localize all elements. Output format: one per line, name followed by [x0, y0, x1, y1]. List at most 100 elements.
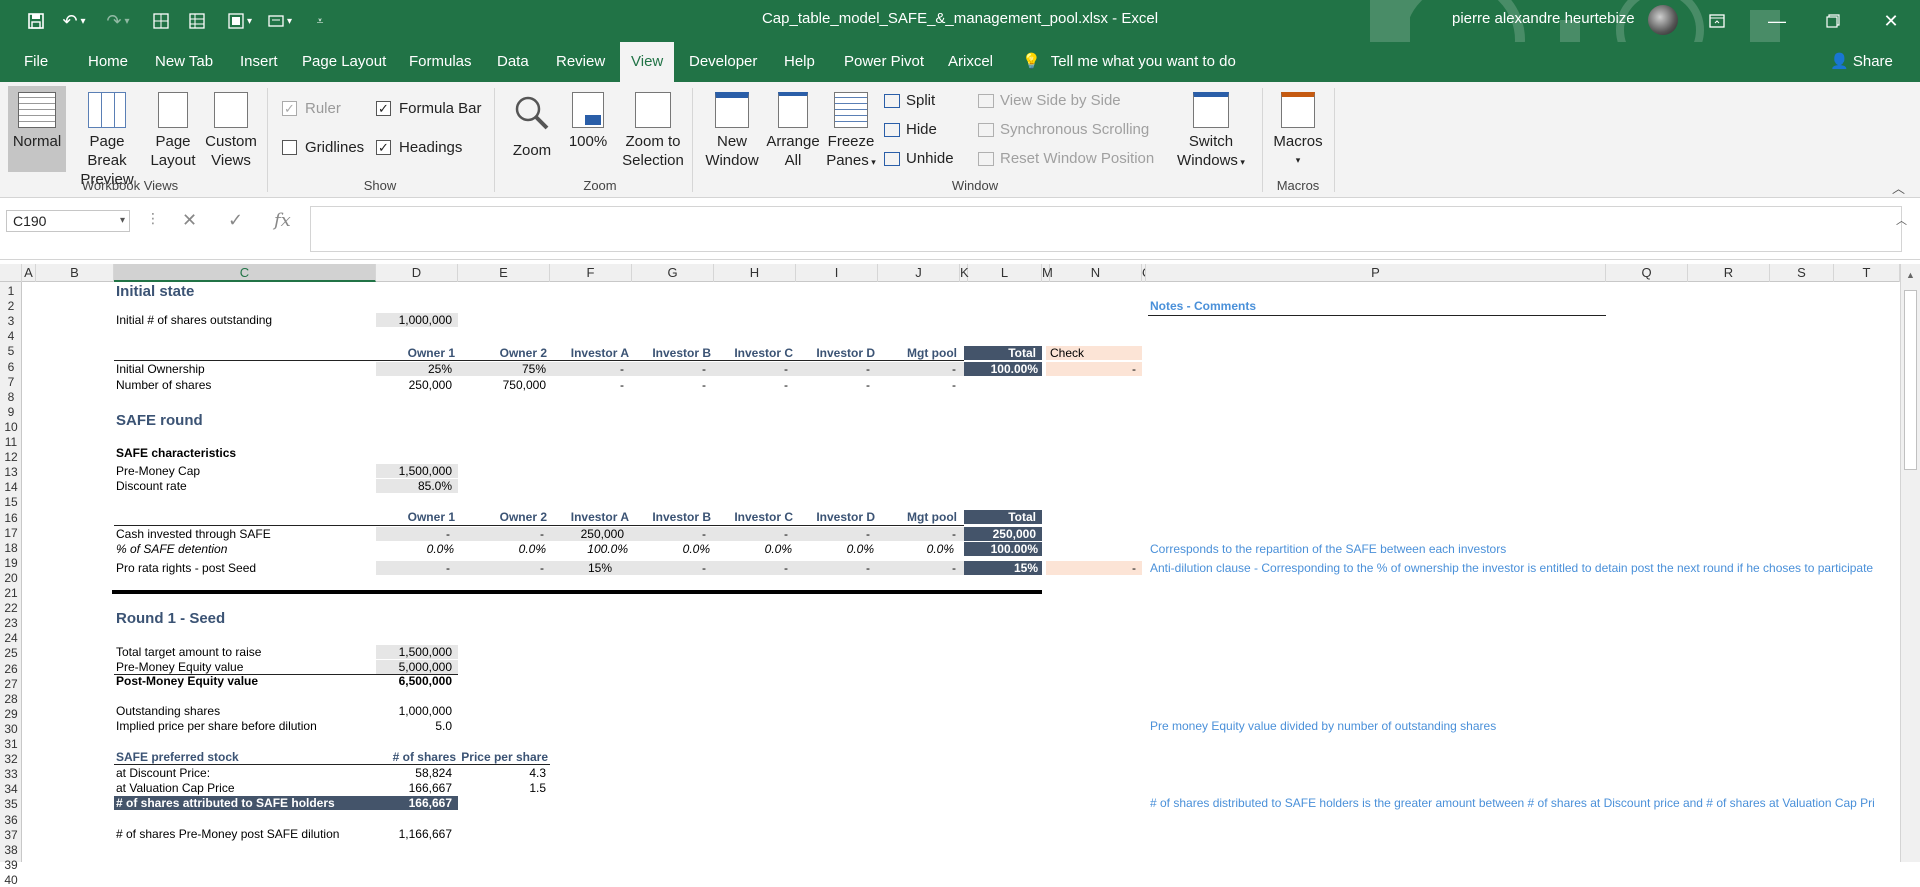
detention-owner-2[interactable]: 0.0% — [458, 542, 550, 556]
row-header[interactable]: 40 — [0, 873, 22, 887]
column-header[interactable]: A — [22, 264, 36, 282]
arrange-all-button[interactable]: Arrange All — [762, 86, 824, 172]
column-header-selected[interactable]: C — [114, 264, 376, 282]
switch-windows-button[interactable]: Switch Windows ▾ — [1168, 86, 1254, 172]
table-format-icon[interactable]: ▾ — [222, 8, 258, 34]
prorata-mgt-pool[interactable]: - — [878, 561, 964, 575]
detention-investor-c[interactable]: 0.0% — [714, 542, 796, 556]
custom-views-button[interactable]: Custom Views — [202, 86, 260, 172]
column-header[interactable]: G — [632, 264, 714, 282]
column-header[interactable]: P — [1146, 264, 1606, 282]
column-header[interactable]: E — [458, 264, 550, 282]
detention-investor-b[interactable]: 0.0% — [632, 542, 714, 556]
ruler-checkbox[interactable]: ✓ Ruler — [282, 100, 341, 117]
customize-toolbar-icon[interactable]: ⩡ — [310, 8, 330, 34]
ownership-investor-b[interactable]: - — [632, 362, 714, 376]
formula-bar-checkbox[interactable]: ✓ Formula Bar — [376, 100, 482, 117]
cash-investor-b[interactable]: - — [632, 527, 714, 541]
prorata-owner-2[interactable]: - — [458, 561, 550, 575]
nshares-investor-a[interactable]: - — [550, 378, 632, 392]
zoom-100-button[interactable]: 100% — [562, 86, 614, 172]
column-header[interactable]: F — [550, 264, 632, 282]
tab-page-layout[interactable]: Page Layout — [302, 42, 386, 82]
zoom-to-selection-button[interactable]: Zoom to Selection — [618, 86, 688, 172]
cancel-icon[interactable]: ✕ — [182, 210, 197, 231]
restore-icon[interactable] — [1810, 0, 1856, 42]
nshares-owner-1[interactable]: 250,000 — [376, 378, 458, 392]
avatar[interactable] — [1648, 5, 1678, 35]
column-header[interactable]: S — [1770, 264, 1834, 282]
pre-money-value[interactable]: 5,000,000 — [376, 660, 458, 674]
discount-rate-value[interactable]: 85.0% — [376, 479, 458, 493]
target-value[interactable]: 1,500,000 — [376, 645, 458, 659]
tab-view[interactable]: View — [620, 42, 675, 82]
tab-review[interactable]: Review — [556, 42, 605, 82]
cash-total[interactable]: 250,000 — [964, 527, 1042, 541]
collapse-ribbon-icon[interactable]: ︿ — [1892, 178, 1905, 197]
ownership-investor-c[interactable]: - — [714, 362, 796, 376]
split-button[interactable]: Split — [884, 92, 935, 109]
grid-icon[interactable] — [186, 8, 208, 34]
close-icon[interactable]: ✕ — [1868, 0, 1914, 42]
ribbon-display-icon[interactable] — [1694, 0, 1740, 42]
column-header[interactable]: N — [1050, 264, 1142, 282]
ownership-mgt-pool[interactable]: - — [878, 362, 964, 376]
select-all-corner[interactable] — [0, 264, 22, 282]
tab-new-tab[interactable]: New Tab — [155, 42, 213, 82]
view-side-by-side-button[interactable]: View Side by Side — [978, 92, 1121, 109]
prorata-total[interactable]: 15% — [964, 561, 1042, 575]
column-header[interactable]: R — [1688, 264, 1770, 282]
ownership-investor-a[interactable]: - — [550, 362, 632, 376]
redo-icon[interactable]: ↷ ▾ — [104, 8, 132, 34]
prorata-investor-d[interactable]: - — [796, 561, 878, 575]
detention-investor-d[interactable]: 0.0% — [796, 542, 878, 556]
macros-button[interactable]: Macros ▾ — [1270, 86, 1326, 172]
ownership-total[interactable]: 100.00% — [964, 362, 1042, 376]
premoney-post-safe-value[interactable]: 1,166,667 — [376, 827, 458, 841]
worksheet-grid[interactable]: Initial state Notes - Comments Initial #… — [0, 282, 1900, 862]
name-box[interactable]: C190 ▾ — [6, 210, 130, 232]
prorata-owner-1[interactable]: - — [376, 561, 458, 575]
tab-formulas[interactable]: Formulas — [409, 42, 472, 82]
ownership-check[interactable]: - — [1046, 362, 1142, 376]
insert-function-icon[interactable]: fx — [274, 210, 291, 231]
ownership-investor-d[interactable]: - — [796, 362, 878, 376]
discount-shares[interactable]: 58,824 — [376, 766, 458, 780]
tab-insert[interactable]: Insert — [240, 42, 278, 82]
page-layout-button[interactable]: Page Layout — [148, 86, 198, 172]
column-header[interactable]: M — [1042, 264, 1053, 282]
attributed-value[interactable]: 166,667 — [376, 796, 458, 810]
gridlines-checkbox[interactable]: Gridlines — [282, 139, 364, 156]
column-header[interactable]: H — [714, 264, 796, 282]
cash-investor-c[interactable]: - — [714, 527, 796, 541]
enter-icon[interactable]: ✓ — [228, 210, 243, 231]
minimize-icon[interactable]: — — [1754, 0, 1800, 42]
hide-button[interactable]: Hide — [884, 121, 937, 138]
column-header[interactable]: Q — [1606, 264, 1688, 282]
vertical-scrollbar[interactable]: ▲ — [1900, 264, 1920, 862]
normal-view-button[interactable]: Normal — [8, 86, 66, 172]
cap-price[interactable]: 1.5 — [458, 781, 550, 795]
tab-home[interactable]: Home — [88, 42, 128, 82]
tab-arixcel[interactable]: Arixcel — [948, 42, 993, 82]
initial-shares-value[interactable]: 1,000,000 — [376, 313, 458, 327]
detention-mgt-pool[interactable]: 0.0% — [878, 542, 958, 556]
column-header[interactable]: J — [878, 264, 960, 282]
tell-me-search[interactable]: 💡 Tell me what you want to do — [1022, 42, 1236, 82]
column-header[interactable]: D — [376, 264, 458, 282]
share-button[interactable]: 👤 Share — [1830, 42, 1893, 82]
print-preview-icon[interactable]: ▾ — [262, 8, 298, 34]
headings-checkbox[interactable]: ✓ Headings — [376, 139, 462, 156]
post-money-value[interactable]: 6,500,000 — [376, 674, 458, 688]
formula-input[interactable] — [310, 206, 1902, 252]
tab-developer[interactable]: Developer — [689, 42, 757, 82]
cash-mgt-pool[interactable]: - — [878, 527, 964, 541]
nshares-investor-c[interactable]: - — [714, 378, 796, 392]
detention-total[interactable]: 100.00% — [964, 542, 1042, 556]
chevron-down-icon[interactable]: ▾ — [120, 211, 125, 231]
tab-help[interactable]: Help — [784, 42, 815, 82]
prorata-investor-a[interactable]: 15% — [550, 561, 632, 575]
reset-window-position-button[interactable]: Reset Window Position — [978, 150, 1154, 167]
prorata-investor-c[interactable]: - — [714, 561, 796, 575]
nshares-investor-d[interactable]: - — [796, 378, 878, 392]
